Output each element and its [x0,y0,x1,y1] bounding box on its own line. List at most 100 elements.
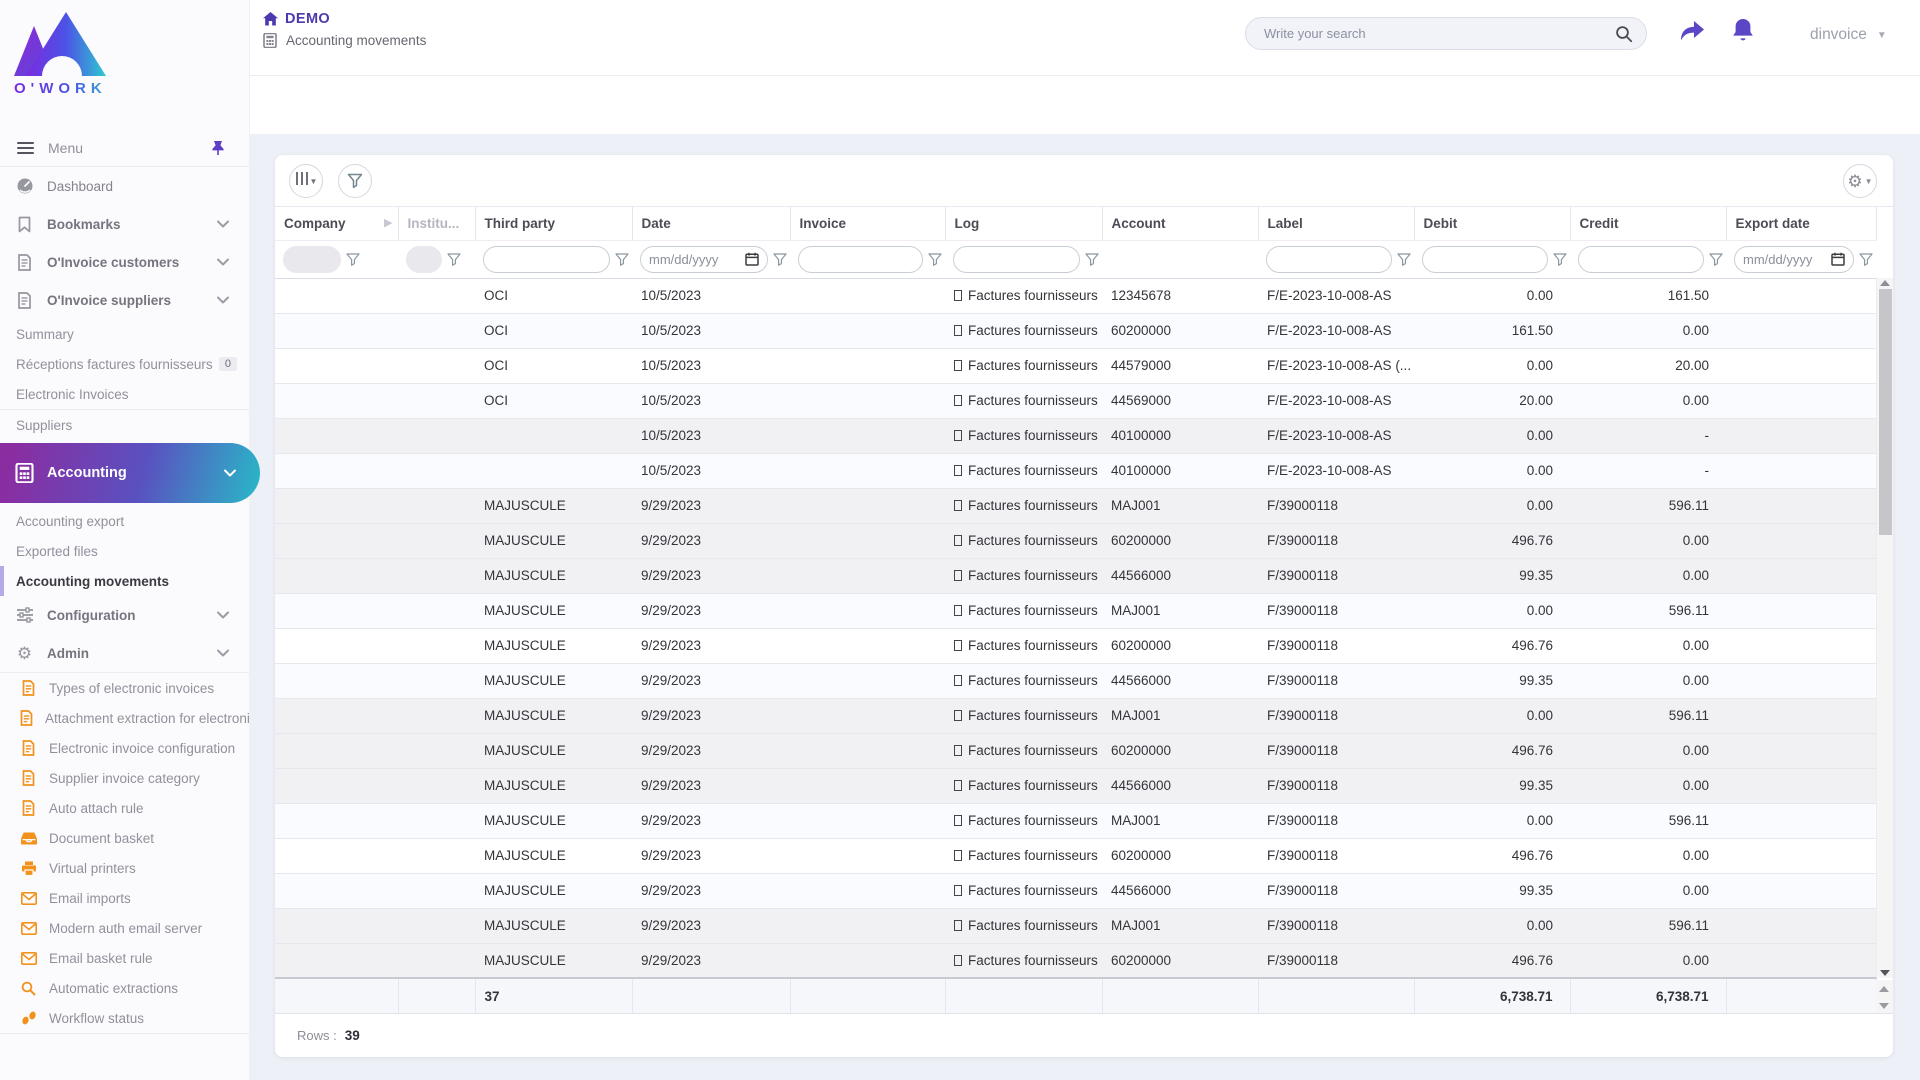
filter-input-debit[interactable] [1431,251,1539,267]
sidebar-item-modern-auth-email-server[interactable]: Modern auth email server [0,913,249,943]
filter-date-export_date[interactable]: mm/dd/yyyy [1734,245,1854,273]
sidebar-item-admin[interactable]: ⚙ Admin [0,634,249,672]
column-header-third_party[interactable]: Third party [475,207,633,241]
funnel-icon[interactable] [1397,252,1411,266]
search-input[interactable] [1246,26,1615,41]
sidebar-item-oinvoice-customers[interactable]: O'Invoice customers [0,243,249,281]
funnel-icon[interactable] [1553,252,1567,266]
sidebar-item-workflow-status[interactable]: Workflow status [0,1003,249,1033]
table-row[interactable]: OCI 10/5/2023 Factures fournisseurs 4457900… [275,348,1876,384]
scroll-up-icon[interactable] [1879,986,1889,992]
funnel-icon[interactable] [773,252,787,266]
calendar-icon[interactable] [745,252,759,266]
column-header-company[interactable]: Company ▶ [275,207,399,241]
table-row[interactable]: MAJUSCULE 9/29/2023 Factures fournisseurs M… [275,803,1876,839]
sidebar-item-auto-attach-rule[interactable]: Auto attach rule [0,793,249,823]
pin-icon[interactable] [211,140,225,156]
scroll-down-icon[interactable] [1880,970,1890,976]
sidebar-item-oinvoice-suppliers[interactable]: O'Invoice suppliers [0,281,249,319]
share-icon[interactable] [1678,19,1706,45]
search-bar[interactable] [1245,17,1647,50]
sidebar-item-accounting-export[interactable]: Accounting export [0,506,249,536]
table-row[interactable]: OCI 10/5/2023 Factures fournisseurs 6020000… [275,313,1876,349]
column-header-credit[interactable]: Credit [1570,207,1727,241]
table-row[interactable]: MAJUSCULE 9/29/2023 Factures fournisseurs 6… [275,943,1876,979]
funnel-icon[interactable] [1859,252,1873,266]
column-header-label[interactable]: Label [1258,207,1415,241]
cell-account: 60200000 [1102,628,1258,664]
filter-date-date[interactable]: mm/dd/yyyy [640,245,768,273]
funnel-icon[interactable] [346,252,360,266]
band-expand-icon[interactable]: ▶ [384,216,392,229]
funnel-icon[interactable] [928,252,942,266]
sidebar-item-suppliers[interactable]: Suppliers [0,410,249,440]
vertical-scrollbar[interactable] [1876,278,1893,978]
sidebar-item-types-of-electronic-invoices[interactable]: Types of electronic invoices [0,673,249,703]
table-row[interactable]: MAJUSCULE 9/29/2023 Factures fournisseurs 4… [275,768,1876,804]
table-row[interactable]: OCI 10/5/2023 Factures fournisseurs 1234567… [275,278,1876,314]
bell-icon[interactable] [1730,17,1756,45]
column-chooser-button[interactable]: ▼ [289,164,323,198]
column-header-debit[interactable]: Debit [1414,207,1571,241]
sidebar-item-email-basket-rule[interactable]: Email basket rule [0,943,249,973]
total-row-scrollbar[interactable] [1876,980,1893,1013]
broken-glyph-icon [954,395,962,406]
table-row[interactable]: MAJUSCULE 9/29/2023 Factures fournisseurs 4… [275,663,1876,699]
menu-toggle[interactable]: Menu [0,130,249,166]
sidebar-item-document-basket[interactable]: Document basket [0,823,249,853]
column-header-account[interactable]: Account [1102,207,1259,241]
funnel-icon[interactable] [1085,252,1099,266]
sidebar-item-summary[interactable]: Summary [0,319,249,349]
cell-account: MAJ001 [1102,593,1258,629]
hamburger-icon[interactable] [17,139,34,157]
filter-input-log[interactable] [962,251,1071,267]
filter-input-invoice[interactable] [807,251,914,267]
sidebar-item-electronic-invoices[interactable]: Electronic Invoices [0,379,249,409]
sidebar-item-bookmarks[interactable]: Bookmarks [0,205,249,243]
sidebar-item-dashboard[interactable]: Dashboard [0,167,249,205]
funnel-icon[interactable] [447,252,461,266]
sidebar-item-receptions-factures-fournisseurs[interactable]: Réceptions factures fournisseurs 0 [0,349,249,379]
table-row[interactable]: OCI 10/5/2023 Factures fournisseurs 4456900… [275,383,1876,419]
column-header-institution[interactable]: Institu... [398,207,476,241]
sidebar-item-accounting-movements[interactable]: Accounting movements [0,566,249,596]
grid-settings-button[interactable]: ⚙ ▼ [1843,164,1877,198]
table-row[interactable]: MAJUSCULE 9/29/2023 Factures fournisseurs M… [275,488,1876,524]
funnel-icon[interactable] [615,252,629,266]
user-menu[interactable]: dinvoice ▼ [1810,26,1887,44]
filter-builder-button[interactable] [338,164,373,198]
funnel-icon[interactable] [1709,252,1723,266]
search-icon[interactable] [1615,25,1633,43]
sidebar-item-supplier-invoice-category[interactable]: Supplier invoice category [0,763,249,793]
table-row[interactable]: MAJUSCULE 9/29/2023 Factures fournisseurs 4… [275,558,1876,594]
scroll-up-icon[interactable] [1880,280,1890,286]
table-row[interactable]: 10/5/2023 Factures fournisseurs 40100000 F/… [275,453,1876,489]
scroll-down-icon[interactable] [1879,1003,1889,1009]
table-row[interactable]: MAJUSCULE 9/29/2023 Factures fournisseurs 4… [275,873,1876,909]
calendar-icon[interactable] [1831,252,1845,266]
table-row[interactable]: MAJUSCULE 9/29/2023 Factures fournisseurs 6… [275,838,1876,874]
column-header-date[interactable]: Date [632,207,791,241]
table-row[interactable]: 10/5/2023 Factures fournisseurs 40100000 F/… [275,418,1876,454]
sidebar-item-automatic-extractions[interactable]: Automatic extractions [0,973,249,1003]
column-header-invoice[interactable]: Invoice [790,207,946,241]
filter-input-third_party[interactable] [492,251,601,267]
table-row[interactable]: MAJUSCULE 9/29/2023 Factures fournisseurs 6… [275,628,1876,664]
sidebar-item-configuration[interactable]: Configuration [0,596,249,634]
sidebar-item-attachment-extraction[interactable]: Attachment extraction for electroni [0,703,249,733]
table-row[interactable]: MAJUSCULE 9/29/2023 Factures fournisseurs 6… [275,523,1876,559]
sidebar-item-electronic-invoice-configuration[interactable]: Electronic invoice configuration [0,733,249,763]
table-row[interactable]: MAJUSCULE 9/29/2023 Factures fournisseurs M… [275,908,1876,944]
sidebar-item-email-imports[interactable]: Email imports [0,883,249,913]
column-header-export_date[interactable]: Export date [1726,207,1877,241]
filter-input-credit[interactable] [1587,251,1695,267]
table-row[interactable]: MAJUSCULE 9/29/2023 Factures fournisseurs M… [275,593,1876,629]
sidebar-item-virtual-printers[interactable]: Virtual printers [0,853,249,883]
scrollbar-thumb[interactable] [1879,289,1892,535]
filter-input-label[interactable] [1275,251,1383,267]
table-row[interactable]: MAJUSCULE 9/29/2023 Factures fournisseurs 6… [275,733,1876,769]
table-row[interactable]: MAJUSCULE 9/29/2023 Factures fournisseurs M… [275,698,1876,734]
sidebar-item-accounting[interactable]: Accounting [0,443,260,503]
sidebar-item-exported-files[interactable]: Exported files [0,536,249,566]
column-header-log[interactable]: Log [945,207,1103,241]
